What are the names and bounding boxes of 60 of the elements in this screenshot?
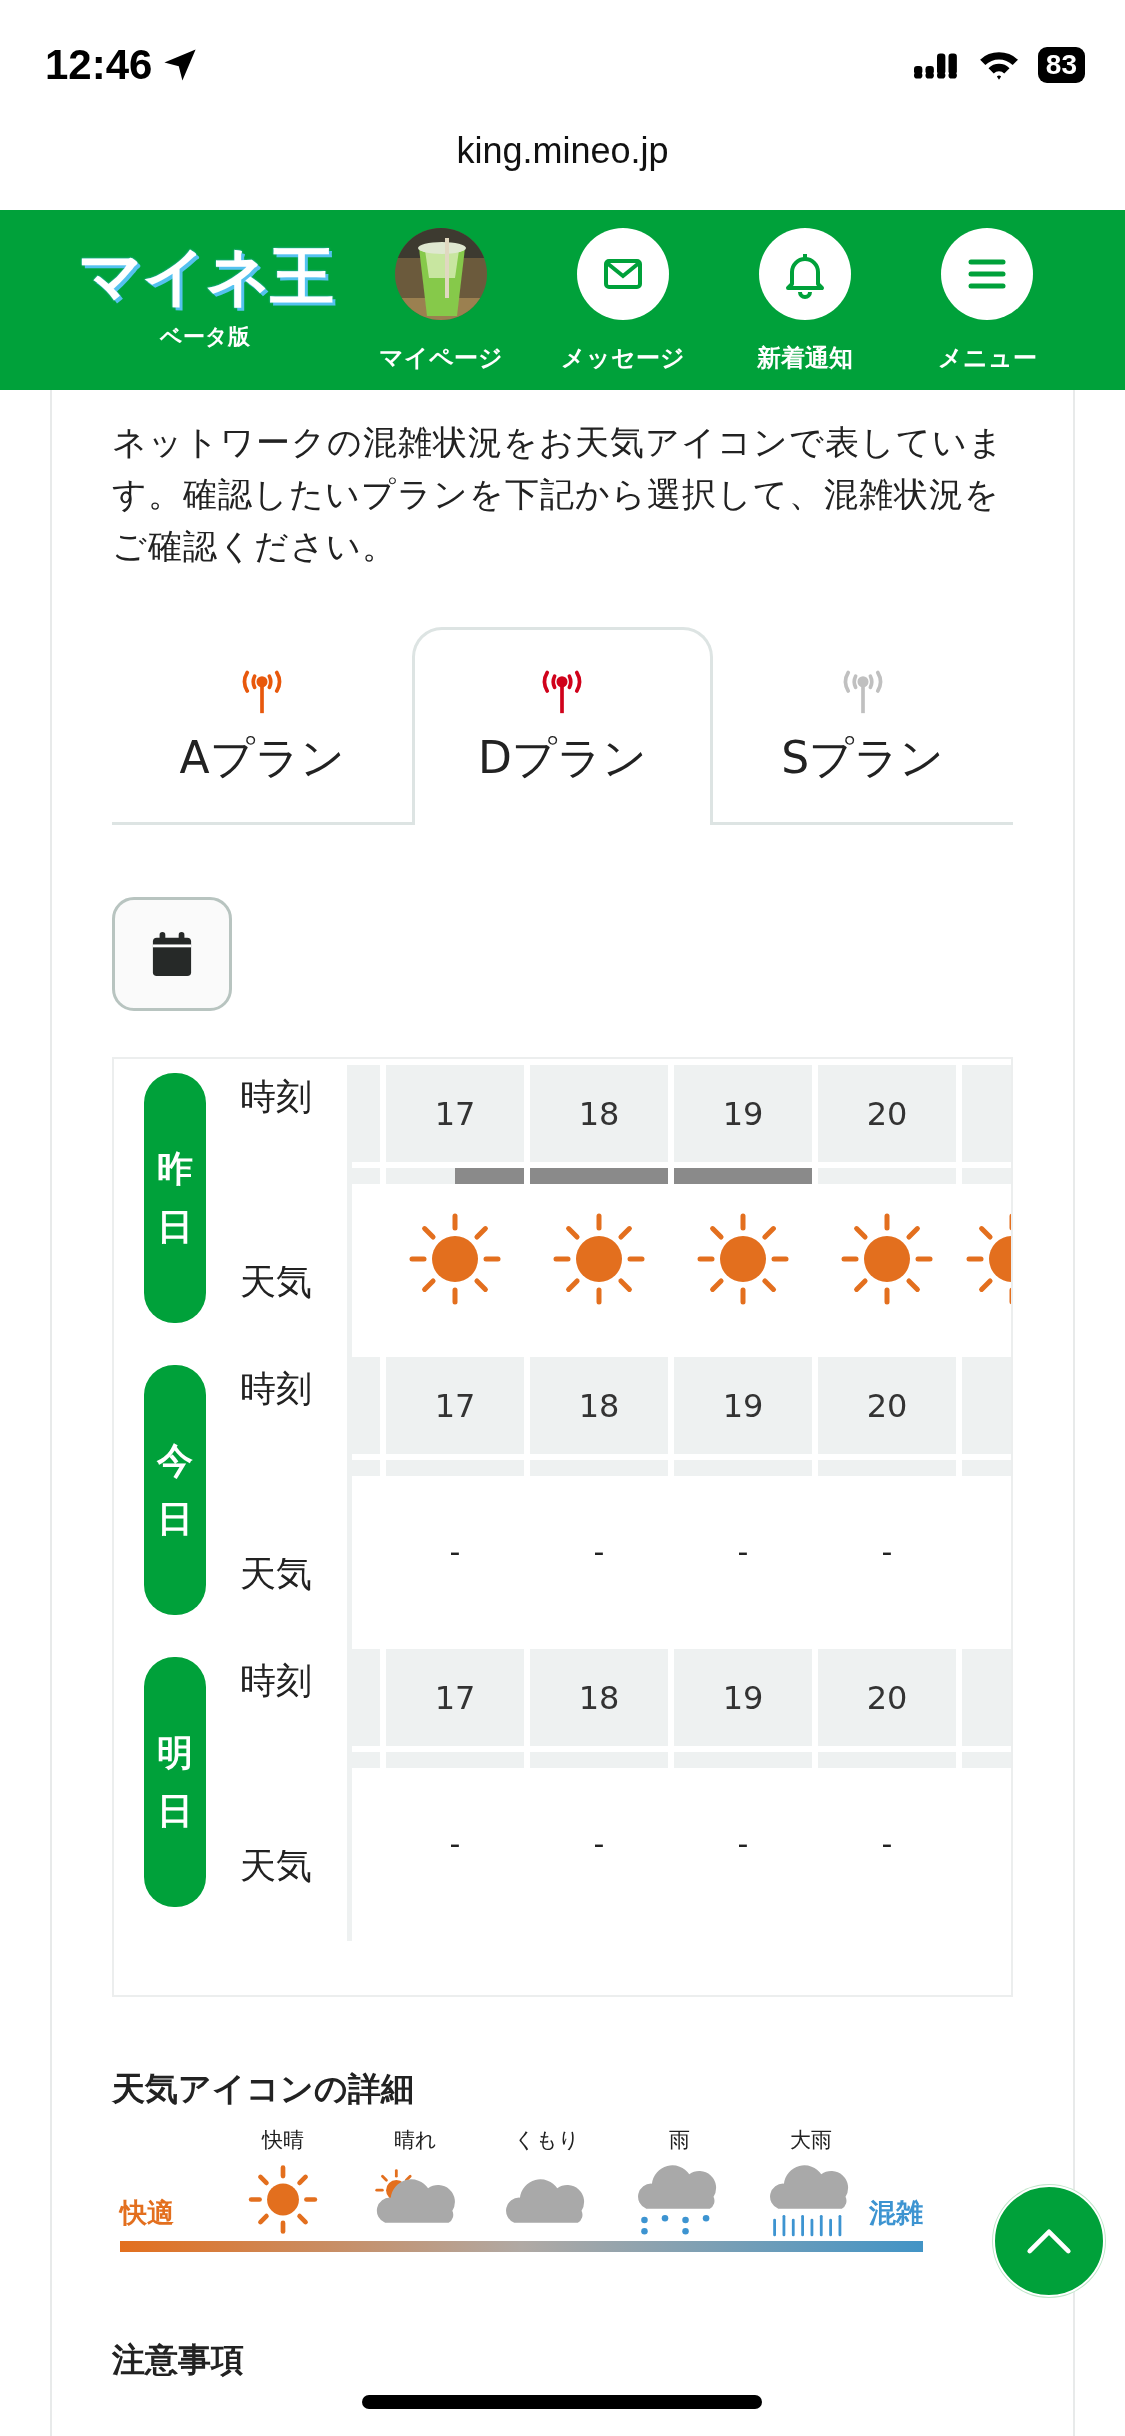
site-logo[interactable]: マイネ王 <box>78 244 332 308</box>
legend-label: 雨 <box>668 2127 690 2154</box>
legend-label: 快晴 <box>262 2127 304 2154</box>
row-label: 時刻 <box>240 1659 312 1703</box>
section-heading: 天気アイコンの詳細 <box>112 2068 415 2110</box>
section-heading: 注意事項 <box>112 2339 245 2381</box>
hour-cell: 17 <box>386 1065 524 1162</box>
row-label: 時刻 <box>240 1367 312 1411</box>
scale-high-label: 混雑 <box>869 2196 923 2230</box>
weather-cell: - <box>737 1825 749 1861</box>
wifi-icon <box>977 49 1020 81</box>
calendar-button[interactable] <box>112 897 232 1011</box>
row-label: 天気 <box>240 1844 312 1888</box>
weather-cell: - <box>593 1533 605 1569</box>
weather-cell: - <box>881 1825 893 1861</box>
url-text[interactable]: king.mineo.jp <box>456 130 669 172</box>
row-label: 時刻 <box>240 1075 312 1119</box>
row-label: 天気 <box>240 1260 312 1304</box>
hour-cell: 19 <box>674 1065 812 1162</box>
weather-cell: - <box>449 1825 461 1861</box>
intro-text: ネットワークの混雑状況をお天気アイコンで表しています。確認したいプランを下記から選択して、混雑状況をご確認ください。 <box>112 421 1005 568</box>
hour-cell: 19 <box>674 1357 812 1454</box>
mail-icon <box>577 228 669 320</box>
nav-item[interactable]: メッセージ <box>532 210 714 374</box>
hour-cell: 18 <box>530 1065 668 1162</box>
weather-cell: - <box>737 1533 749 1569</box>
legend-label: 大雨 <box>790 2127 832 2154</box>
hour-cell: 20 <box>818 1649 956 1746</box>
hour-cell: 18 <box>530 1649 668 1746</box>
signal-icon <box>913 51 960 79</box>
bell-icon <box>759 228 851 320</box>
weather-cell: - <box>593 1825 605 1861</box>
calendar-icon <box>151 930 193 978</box>
weather-cell: - <box>449 1533 461 1569</box>
hour-cell: 20 <box>818 1357 956 1454</box>
plan-tab[interactable]: Sプラン <box>712 627 1013 825</box>
hour-cell: 17 <box>386 1649 524 1746</box>
clock-time: 12:46 <box>45 41 153 89</box>
hour-cell: 18 <box>530 1357 668 1454</box>
row-label: 天気 <box>240 1552 312 1596</box>
location-arrow-icon <box>162 47 199 83</box>
chevron-up-icon <box>1026 2227 1072 2255</box>
legend-label: くもり <box>514 2127 580 2154</box>
weather-cell: - <box>881 1533 893 1569</box>
beta-label: ベータ版 <box>160 323 250 351</box>
menu-icon <box>941 228 1033 320</box>
legend-label: 晴れ <box>393 2127 437 2154</box>
nav-item[interactable]: メニュー <box>896 210 1078 374</box>
scale-low-label: 快適 <box>120 2196 174 2230</box>
nav-item[interactable]: マイページ <box>350 210 532 374</box>
day-badge: 明日 <box>144 1657 206 1907</box>
hour-cell: 20 <box>818 1065 956 1162</box>
hour-cell: 19 <box>674 1649 812 1746</box>
battery-level: 83 <box>1037 47 1085 83</box>
hour-cell: 17 <box>386 1357 524 1454</box>
plan-tab[interactable]: Dプラン <box>412 627 713 825</box>
day-badge: 今日 <box>144 1365 206 1615</box>
nav-item[interactable]: 新着通知 <box>714 210 896 374</box>
plan-tab[interactable]: Aプラン <box>112 627 413 825</box>
day-badge: 昨日 <box>144 1073 206 1323</box>
